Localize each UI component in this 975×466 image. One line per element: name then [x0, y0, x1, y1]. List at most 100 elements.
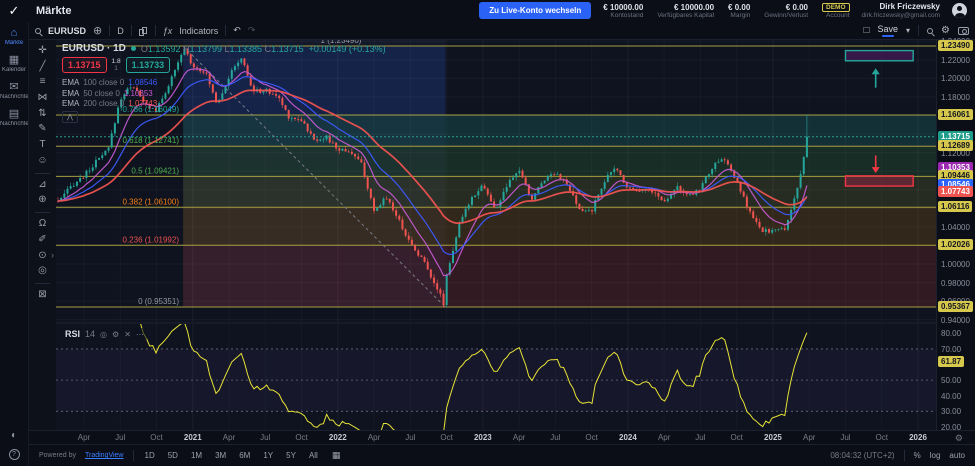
sidebar-item-kalender[interactable]: ▦ Kalender — [0, 55, 28, 74]
time-axis-label: Apr — [222, 433, 236, 442]
indicators-button[interactable]: Indicators — [179, 26, 218, 36]
pattern-tool-icon[interactable]: ⋈ — [35, 92, 51, 105]
chart-pane[interactable]: 1 (1.23490) 0.786 (1.16049) 0.618 (1.12741… — [56, 40, 936, 430]
panel-expander-chevron-icon[interactable]: › — [51, 250, 54, 260]
price-axis[interactable]: 1.240001.220001.200001.180001.160001.120… — [936, 37, 975, 432]
theme-toggle-icon[interactable]: ◐ — [11, 430, 17, 441]
fib-retracement-tool-icon[interactable]: ≡ — [35, 76, 51, 89]
indicators-fx-icon[interactable]: ƒx — [163, 26, 173, 36]
go-to-date-calendar-icon[interactable]: ▦ — [332, 450, 341, 461]
lock-drawings-tool-icon[interactable]: ⊙ — [35, 250, 51, 263]
multichart-layout-icon[interactable]: □ — [863, 25, 869, 36]
symbol-search-input[interactable]: EURUSD — [48, 26, 86, 36]
range-button-5y[interactable]: 5Y — [284, 450, 298, 461]
toolbar-divider — [35, 212, 50, 214]
switch-to-live-button[interactable]: Zu Live-Konto wechseln — [479, 2, 592, 20]
time-axis-label: Apr — [367, 433, 381, 442]
redo-icon[interactable]: ↷ — [248, 25, 256, 36]
ema-legend-row[interactable]: EMA 200 close 0 1.07743 — [62, 99, 386, 108]
time-axis-label: Oct — [730, 433, 743, 442]
range-button-1y[interactable]: 1Y — [261, 450, 275, 461]
crosshair-tool-icon[interactable]: ✛ — [35, 45, 51, 58]
account-stat-value: € 0.00 — [785, 2, 809, 12]
log-scale-button[interactable]: log — [930, 451, 941, 460]
time-axis-label: Jul — [695, 433, 706, 442]
range-button-3m[interactable]: 3M — [213, 450, 228, 461]
time-axis-label: Apr — [512, 433, 526, 442]
interval-button[interactable]: D — [117, 26, 124, 36]
sidebar-item-märkte[interactable]: ⌂ Märkte — [0, 28, 28, 47]
long-short-position-tool-icon[interactable]: ⇅ — [35, 108, 51, 121]
rsi-visibility-eye-icon[interactable]: ◎ — [100, 330, 107, 339]
emoji-tool-icon[interactable]: ☺ — [35, 155, 51, 168]
toolbar-divider — [35, 283, 50, 284]
time-axis[interactable]: ⚙ Apr Jul Oct 2021 Apr Jul Oct 2022 Apr Jul Oct 202… — [29, 430, 975, 444]
range-button-1m[interactable]: 1M — [189, 450, 204, 461]
range-button-5d[interactable]: 5D — [166, 450, 180, 461]
account-stats: € 10000.00 Kontostand € 10000.00 Verfügbare… — [603, 2, 850, 20]
sidebar-bottom: ◐? — [8, 430, 20, 466]
chart-settings-gear-icon[interactable]: ⚙ — [941, 25, 950, 36]
rsi-settings-gear-icon[interactable]: ⚙ — [112, 330, 119, 339]
price-axis-tick: 0.94000 — [941, 315, 970, 325]
account-stat-label: Margin — [730, 11, 751, 19]
undo-icon[interactable]: ↶ — [233, 25, 241, 36]
mail-icon: ✉ — [9, 81, 19, 93]
toolbar-divider — [225, 25, 227, 36]
sidebar-item-nachrichten[interactable]: ▤Nachrichten — [0, 109, 28, 128]
delete-drawings-tool-icon[interactable]: ⊠ — [35, 289, 51, 302]
rsi-more-icon[interactable]: ⋯ — [136, 330, 144, 339]
auto-scale-button[interactable]: auto — [949, 451, 965, 460]
save-dropdown-caret-icon[interactable]: ▾ — [906, 26, 910, 35]
ema-legend-rows: EMA 100 close 0 1.08546 EMA 50 close 0 1.1035… — [62, 78, 386, 108]
snapshot-camera-icon[interactable] — [958, 26, 969, 35]
price-axis-tick: 1.18000 — [941, 92, 970, 102]
rsi-title[interactable]: RSI — [65, 329, 80, 339]
rsi-close-icon[interactable]: ✕ — [124, 330, 131, 339]
clock-label[interactable]: 08:04:32 (UTC+2) — [830, 451, 894, 460]
ema-legend-row[interactable]: EMA 100 close 0 1.08546 — [62, 78, 386, 87]
symbol-title[interactable]: EURUSD · 1D — [62, 43, 126, 54]
account-stat: € 10000.00 Verfügbares Kapital — [657, 3, 714, 20]
account-stat-label: Verfügbares Kapital — [657, 11, 715, 19]
compare-add-symbol-icon[interactable]: ⊕ — [93, 24, 102, 37]
user-avatar[interactable] — [952, 3, 967, 19]
zoom-in-tool-icon[interactable]: ⊕ — [35, 194, 51, 207]
legend-collapse-button[interactable]: ⋀ — [62, 111, 78, 123]
sell-bid-button[interactable]: 1.13715 — [62, 57, 107, 73]
level-line-label: 0.95367 — [938, 300, 973, 312]
symbol-search-icon[interactable] — [35, 27, 41, 34]
text-tool-icon[interactable]: T — [35, 139, 51, 152]
measure-tool-icon[interactable]: ⊿ — [35, 179, 51, 192]
time-axis-label: Jul — [405, 433, 416, 442]
tradingview-link[interactable]: TradingView — [85, 452, 124, 459]
toolbar-divider — [109, 25, 111, 36]
trendline-tool-icon[interactable]: ╱ — [35, 61, 51, 74]
ema-legend-row[interactable]: EMA 50 close 0 1.10353 — [62, 89, 386, 98]
chart-style-icon[interactable] — [138, 26, 148, 36]
range-button-6m[interactable]: 6M — [237, 450, 252, 461]
svg-text:0.382 (1.06100): 0.382 (1.06100) — [123, 197, 180, 206]
range-button-1d[interactable]: 1D — [143, 450, 157, 461]
help-icon[interactable]: ? — [8, 449, 20, 460]
chart-toolbar-right: □ Save ▾ ⚙ — [863, 24, 969, 37]
brush-tool-icon[interactable]: ✎ — [35, 123, 51, 136]
buy-ask-button[interactable]: 1.13733 — [125, 57, 171, 73]
level-line-label: 1.12689 — [938, 140, 973, 152]
time-axis-label: Jul — [840, 433, 851, 442]
hide-drawings-tool-icon[interactable]: ◎ — [35, 265, 51, 278]
drawing-mode-tool-icon[interactable]: ✐ — [35, 234, 51, 247]
axis-settings-gear-icon[interactable]: ⚙ — [955, 433, 963, 444]
magnet-tool-icon[interactable]: Ω — [35, 218, 51, 231]
quick-search-icon[interactable] — [927, 27, 934, 34]
range-button-all[interactable]: All — [307, 450, 320, 461]
level-line-label: 1.16061 — [938, 108, 973, 120]
save-layout-button[interactable]: Save — [878, 24, 898, 37]
time-axis-label: 2026 — [909, 433, 927, 442]
time-axis-label: Jul — [260, 433, 271, 442]
broker-logo-icon[interactable]: ✓ — [0, 0, 28, 22]
percent-scale-button[interactable]: % — [914, 451, 921, 460]
sidebar-item-nachrichten[interactable]: ✉Nachrichten — [0, 81, 28, 101]
rsi-chart-canvas[interactable] — [56, 324, 936, 430]
rsi-value-label: 61.87 — [938, 355, 965, 367]
